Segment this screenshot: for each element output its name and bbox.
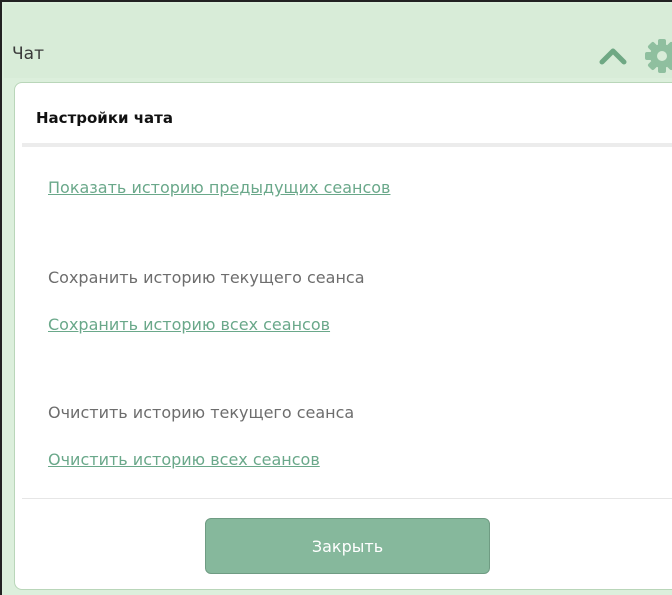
show-history-link[interactable]: Показать историю предыдущих сеансов <box>48 178 390 197</box>
clear-current-history-text[interactable]: Очистить историю текущего сеанса <box>48 403 354 422</box>
title-divider <box>22 143 672 147</box>
footer-divider <box>22 498 672 499</box>
panel-title: Настройки чата <box>36 109 173 127</box>
settings-panel <box>14 82 672 590</box>
close-button-label: Закрыть <box>311 536 384 556</box>
chat-header: Чат <box>4 4 672 78</box>
gear-icon[interactable] <box>642 36 672 76</box>
chat-window: Чат Настройки чата Показать историю пред… <box>0 0 672 595</box>
chevron-up-icon[interactable] <box>596 40 630 70</box>
save-all-history-link[interactable]: Сохранить историю всех сеансов <box>48 315 330 334</box>
close-button[interactable]: Закрыть <box>205 518 490 574</box>
save-current-history-text[interactable]: Сохранить историю текущего сеанса <box>48 268 365 287</box>
chat-title: Чат <box>12 44 44 64</box>
clear-all-history-link[interactable]: Очистить историю всех сеансов <box>48 450 320 469</box>
